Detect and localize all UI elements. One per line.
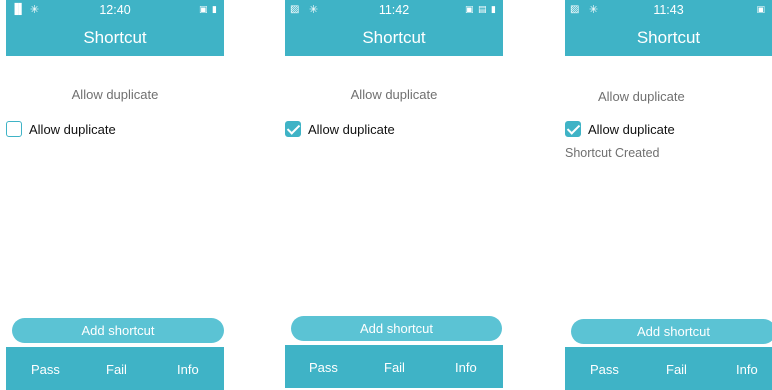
pass-button[interactable]: Pass: [309, 360, 338, 375]
header: ▐▌ ✳ 12:40 ▣ ▮ Shortcut: [6, 0, 224, 56]
add-shortcut-button[interactable]: Add shortcut: [571, 319, 772, 344]
status-bar: ▨ ✳ 11:43 ▣: [565, 0, 772, 20]
add-shortcut-button[interactable]: Add shortcut: [291, 316, 502, 341]
bottom-bar: Pass Fail Info: [285, 345, 503, 388]
allow-duplicate-row[interactable]: Allow duplicate: [6, 120, 116, 138]
pass-button[interactable]: Pass: [590, 362, 619, 377]
checkbox-label: Allow duplicate: [308, 121, 395, 137]
phone-screen-1: ▐▌ ✳ 12:40 ▣ ▮ Shortcut Allow duplicate …: [6, 0, 224, 390]
page-title: Shortcut: [636, 28, 701, 47]
header: ▨ ✳ 11:43 ▣ Shortcut: [565, 0, 772, 56]
pass-button[interactable]: Pass: [31, 362, 60, 377]
allow-duplicate-row[interactable]: Allow duplicate: [565, 120, 675, 138]
status-time: 12:40: [99, 3, 131, 17]
allow-duplicate-checkbox[interactable]: [6, 121, 22, 137]
allow-duplicate-checkbox[interactable]: [285, 121, 301, 137]
add-shortcut-button[interactable]: Add shortcut: [12, 318, 224, 343]
info-button[interactable]: Info: [736, 362, 758, 377]
fail-button[interactable]: Fail: [384, 360, 405, 375]
header: ▨ ✳ 11:42 ▣ ▤ ▮ Shortcut: [285, 0, 503, 56]
fail-button[interactable]: Fail: [106, 362, 127, 377]
status-bar: ▐▌ ✳ 12:40 ▣ ▮: [6, 0, 224, 20]
checkbox-label: Allow duplicate: [588, 121, 675, 137]
bottom-bar: Pass Fail Info: [6, 347, 224, 390]
battery-icon: ▣ ▮: [199, 4, 218, 14]
page-title: Shortcut: [83, 28, 147, 47]
checkbox-label: Allow duplicate: [29, 121, 116, 137]
allow-duplicate-caption: Allow duplicate: [71, 87, 159, 102]
fail-button[interactable]: Fail: [666, 362, 687, 377]
bottom-bar: Pass Fail Info: [565, 347, 772, 390]
info-button[interactable]: Info: [177, 362, 199, 377]
phone-screen-2: ▨ ✳ 11:42 ▣ ▤ ▮ Shortcut Allow duplicate…: [285, 0, 503, 390]
phone-screen-3: ▨ ✳ 11:43 ▣ Shortcut Allow duplicate All…: [565, 0, 772, 390]
status-time: 11:43: [653, 3, 684, 17]
info-button[interactable]: Info: [455, 360, 477, 375]
allow-duplicate-row[interactable]: Allow duplicate: [285, 120, 395, 138]
status-message: Shortcut Created: [565, 146, 660, 160]
allow-duplicate-caption: Allow duplicate: [350, 87, 438, 102]
battery-icon: ▣: [756, 4, 766, 14]
battery-icon: ▣ ▤ ▮: [465, 4, 497, 14]
allow-duplicate-caption: Allow duplicate: [598, 89, 685, 104]
page-title: Shortcut: [362, 28, 426, 47]
allow-duplicate-checkbox[interactable]: [565, 121, 581, 137]
status-bar: ▨ ✳ 11:42 ▣ ▤ ▮: [285, 0, 503, 20]
